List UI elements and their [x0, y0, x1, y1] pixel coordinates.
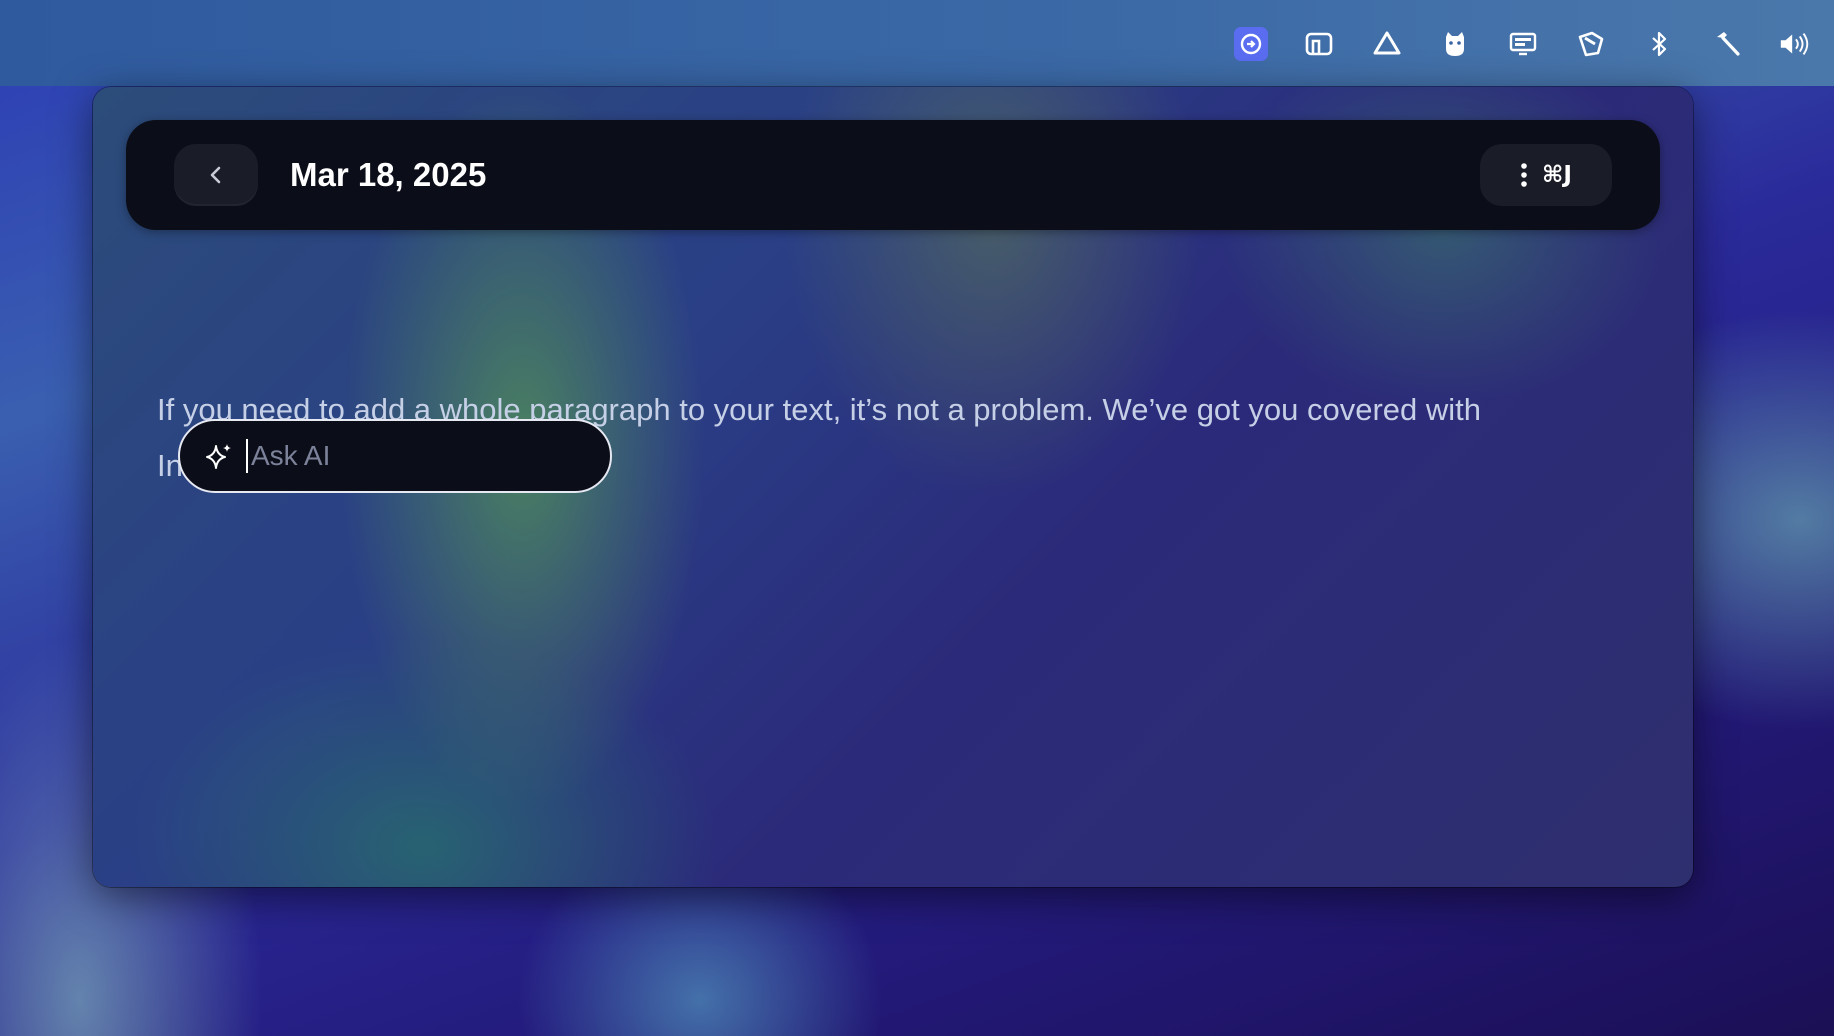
chevron-left-icon	[210, 166, 221, 184]
more-vertical-icon	[1521, 163, 1527, 187]
volume-icon[interactable]	[1778, 27, 1812, 61]
text-caret	[246, 439, 248, 473]
menu-bar	[0, 0, 1834, 86]
menu-bar-status-icons	[1234, 24, 1812, 64]
display-icon[interactable]	[1506, 27, 1540, 61]
hammer-icon[interactable]	[1710, 27, 1744, 61]
shortcut-label: ⌘J	[1542, 162, 1572, 188]
focus-app-icon[interactable]	[1234, 27, 1268, 61]
back-button[interactable]	[174, 144, 258, 206]
ask-ai-input[interactable]	[249, 439, 583, 473]
cat-app-icon[interactable]	[1438, 27, 1472, 61]
sparkle-icon	[206, 444, 231, 469]
triangle-app-icon[interactable]	[1370, 27, 1404, 61]
ask-ai-box[interactable]	[178, 419, 612, 493]
window-toolbar: Mar 18, 2025 ⌘J	[126, 120, 1660, 230]
page-title: Mar 18, 2025	[290, 156, 487, 193]
dock-app-icon[interactable]	[1302, 27, 1336, 61]
bluetooth-icon[interactable]	[1642, 27, 1676, 61]
note-window: Mar 18, 2025 ⌘J If you need to add a who…	[93, 87, 1693, 887]
ticket-icon[interactable]	[1574, 27, 1608, 61]
more-options-button[interactable]: ⌘J	[1480, 144, 1612, 206]
